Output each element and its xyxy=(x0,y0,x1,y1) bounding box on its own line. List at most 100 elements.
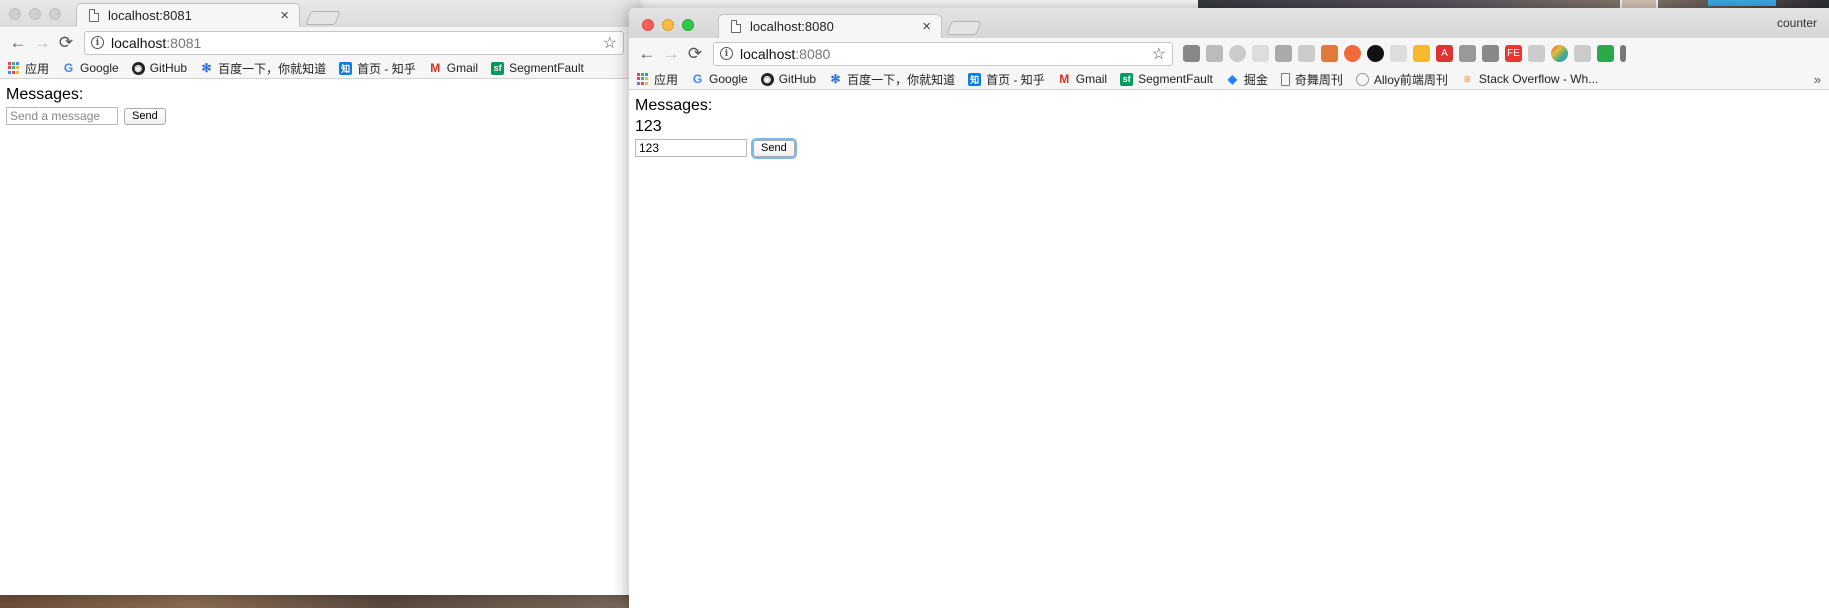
bookmark-segmentfault[interactable]: sf SegmentFault xyxy=(1120,72,1213,86)
segmentfault-icon: sf xyxy=(491,61,505,75)
new-tab-button[interactable] xyxy=(946,21,982,35)
vue-devtools-icon[interactable] xyxy=(1459,45,1476,62)
extension-icon[interactable] xyxy=(1252,45,1269,62)
extension-icon[interactable] xyxy=(1413,45,1430,62)
github-icon: ◉ xyxy=(760,72,774,86)
bookmark-google[interactable]: G Google xyxy=(62,61,119,75)
bookmark-qiwu[interactable]: 奇舞周刊 xyxy=(1280,71,1343,88)
minimize-window-button[interactable] xyxy=(662,19,674,31)
url-port: :8081 xyxy=(166,34,202,51)
bookmark-alloy[interactable]: Alloy前端周刊 xyxy=(1355,71,1448,88)
extension-icon[interactable] xyxy=(1229,45,1246,62)
zhihu-icon: 知 xyxy=(339,61,353,75)
zoom-window-button[interactable] xyxy=(682,19,694,31)
github-icon: ◉ xyxy=(131,61,145,75)
tab-localhost-8081[interactable]: localhost:8081 × xyxy=(76,3,300,27)
extension-icon[interactable] xyxy=(1344,45,1361,62)
forward-icon[interactable]: → xyxy=(30,31,54,55)
menu-icon[interactable] xyxy=(1620,45,1626,62)
juejin-icon: ◆ xyxy=(1227,72,1237,86)
apps-grid-icon xyxy=(637,73,649,85)
desktop-wallpaper-strip-top xyxy=(1198,0,1829,8)
beta-extension-icon[interactable] xyxy=(1597,45,1614,62)
extension-icon[interactable] xyxy=(1321,45,1338,62)
send-form: Send xyxy=(635,139,1823,157)
tab-localhost-8080[interactable]: localhost:8080 × xyxy=(718,14,942,38)
info-icon[interactable]: i xyxy=(720,47,733,60)
back-icon[interactable]: ← xyxy=(635,42,659,66)
zhihu-icon: 知 xyxy=(968,72,982,86)
extension-icon[interactable]: A xyxy=(1436,45,1453,62)
extension-icon[interactable] xyxy=(1574,45,1591,62)
page-content: Messages: Send xyxy=(0,79,640,132)
bookmark-zhihu[interactable]: 知首页 - 知乎 xyxy=(968,71,1045,88)
close-window-button[interactable] xyxy=(642,19,654,31)
baidu-paw-icon: ✻ xyxy=(830,72,841,86)
info-icon[interactable]: i xyxy=(91,36,104,49)
message-item: 123 xyxy=(635,118,662,135)
extension-icon[interactable] xyxy=(1298,45,1315,62)
profile-name[interactable]: counter xyxy=(1777,16,1817,30)
segmentfault-icon: sf xyxy=(1120,72,1134,86)
page-content: Messages: 123 Send xyxy=(629,90,1829,164)
reload-icon[interactable]: ⟳ xyxy=(54,31,78,55)
toolbar: ← → ⟳ i localhost:8081 ☆ xyxy=(0,27,640,58)
bookmark-juejin[interactable]: ◆ 掘金 xyxy=(1226,71,1268,88)
window-controls xyxy=(9,8,61,20)
tab-title: localhost:8081 xyxy=(108,8,192,23)
bookmark-stackoverflow[interactable]: ≡ Stack Overflow - Wh... xyxy=(1461,72,1598,86)
bookmark-apps[interactable]: 应用 xyxy=(637,71,678,88)
wallpaper-sky xyxy=(1708,0,1776,6)
incognito-extension-icon[interactable] xyxy=(1183,45,1200,62)
send-button[interactable]: Send xyxy=(124,107,166,125)
zoom-window-button[interactable] xyxy=(49,8,61,20)
back-icon[interactable]: ← xyxy=(6,31,30,55)
tab-strip: localhost:8080 × counter xyxy=(629,8,1829,38)
extension-icon[interactable] xyxy=(1390,45,1407,62)
extension-icon[interactable] xyxy=(1367,45,1384,62)
browser-window-8081: localhost:8081 × ← → ⟳ i localhost:8081 … xyxy=(0,0,640,595)
bookmark-star-icon[interactable]: ☆ xyxy=(1152,44,1166,64)
stackoverflow-icon: ≡ xyxy=(1463,72,1471,86)
bookmark-zhihu[interactable]: 知首页 - 知乎 xyxy=(339,60,416,77)
message-input[interactable] xyxy=(635,139,747,157)
bookmark-github[interactable]: ◉ GitHub xyxy=(131,61,187,75)
send-button[interactable]: Send xyxy=(753,139,795,157)
bookmarks-bar: 应用 G Google ◉ GitHub ✻ 百度一下，你就知道 知首页 - 知乎 M… xyxy=(629,69,1829,90)
extension-icon[interactable]: FE xyxy=(1505,45,1522,62)
close-tab-icon[interactable]: × xyxy=(280,8,289,23)
baidu-paw-icon: ✻ xyxy=(201,61,212,75)
bookmarks-bar: 应用 G Google ◉ GitHub ✻ 百度一下，你就知道 知首页 - 知乎 M… xyxy=(0,58,640,79)
bookmark-segmentfault[interactable]: sf SegmentFault xyxy=(491,61,584,75)
close-tab-icon[interactable]: × xyxy=(922,19,931,34)
minimize-window-button[interactable] xyxy=(29,8,41,20)
address-bar[interactable]: i localhost:8080 ☆ xyxy=(713,41,1173,66)
reload-icon[interactable]: ⟳ xyxy=(683,42,707,66)
gmail-icon: M xyxy=(430,61,441,75)
message-input[interactable] xyxy=(6,107,118,125)
bookmark-github[interactable]: ◉ GitHub xyxy=(760,72,816,86)
forward-icon[interactable]: → xyxy=(659,42,683,66)
messages-heading: Messages: xyxy=(635,97,713,114)
color-picker-extension-icon[interactable] xyxy=(1551,45,1568,62)
bookmark-baidu[interactable]: ✻ 百度一下，你就知道 xyxy=(829,71,956,88)
gmail-icon: M xyxy=(1059,72,1070,86)
new-tab-button[interactable] xyxy=(305,11,341,25)
bookmark-gmail[interactable]: M Gmail xyxy=(429,61,478,75)
extension-icon[interactable] xyxy=(1528,45,1545,62)
bookmark-baidu[interactable]: ✻ 百度一下，你就知道 xyxy=(200,60,327,77)
window-controls xyxy=(642,19,694,31)
apps-grid-icon xyxy=(8,62,20,74)
bookmark-google[interactable]: G Google xyxy=(691,72,748,86)
address-bar[interactable]: i localhost:8081 ☆ xyxy=(84,30,624,55)
url-port: :8080 xyxy=(795,45,831,62)
extension-icon[interactable] xyxy=(1206,45,1223,62)
bookmark-gmail[interactable]: M Gmail xyxy=(1058,72,1107,86)
google-icon: G xyxy=(692,72,703,86)
extension-icon[interactable] xyxy=(1275,45,1292,62)
close-window-button[interactable] xyxy=(9,8,21,20)
bookmark-star-icon[interactable]: ☆ xyxy=(603,33,617,53)
bookmark-apps[interactable]: 应用 xyxy=(8,60,49,77)
bookmarks-overflow-icon[interactable]: » xyxy=(1814,72,1821,87)
extension-icon[interactable] xyxy=(1482,45,1499,62)
